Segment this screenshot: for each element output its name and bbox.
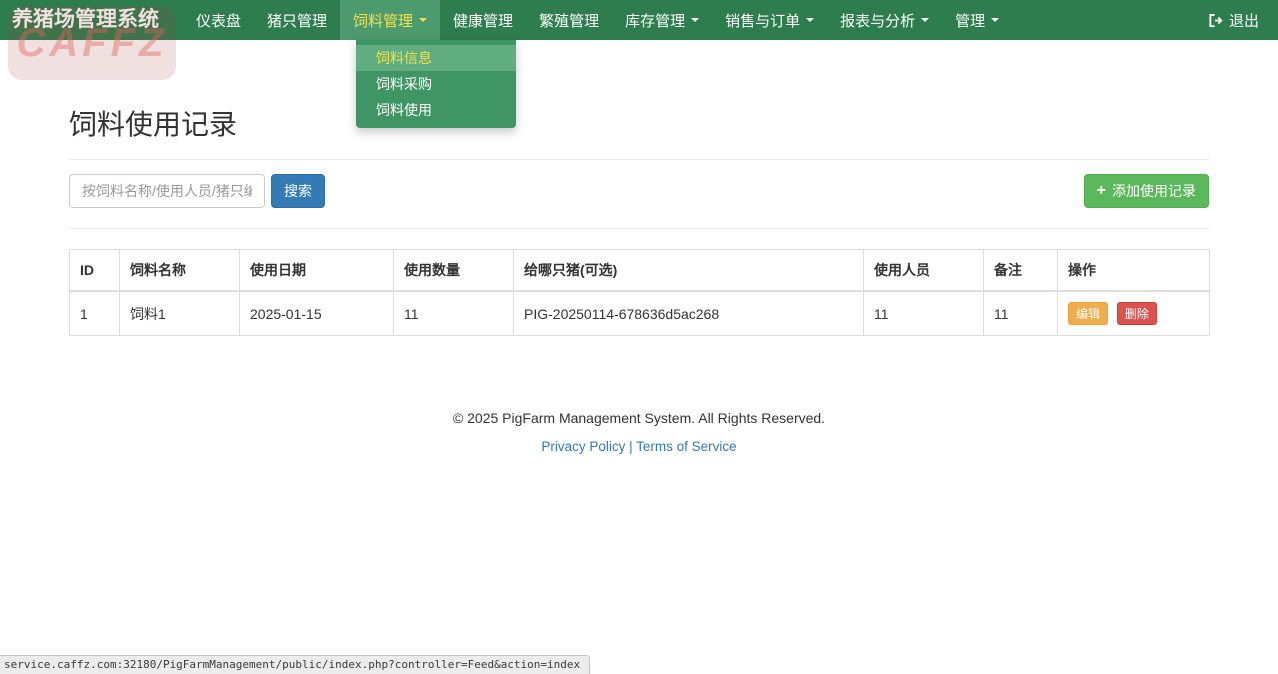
nav-item-feed-management[interactable]: 饲料管理 bbox=[340, 0, 440, 40]
nav-label: 健康管理 bbox=[453, 10, 513, 31]
column-header-quantity: 使用数量 bbox=[394, 250, 514, 292]
edit-button[interactable]: 编辑 bbox=[1068, 302, 1108, 325]
add-usage-record-label: 添加使用记录 bbox=[1112, 181, 1196, 201]
copyright-text: © 2025 PigFarm Management System. All Ri… bbox=[69, 410, 1209, 426]
column-header-use-date: 使用日期 bbox=[240, 250, 394, 292]
plus-icon: + bbox=[1097, 183, 1106, 199]
nav-item-dashboard[interactable]: 仪表盘 bbox=[183, 0, 254, 40]
search-button[interactable]: 搜索 bbox=[271, 174, 325, 208]
logout-icon bbox=[1208, 13, 1223, 28]
cell-feed-name: 饲料1 bbox=[120, 291, 240, 336]
top-navbar: 养猪场管理系统 仪表盘 猪只管理 饲料管理 健康管理 繁殖管理 库存管理 销售与… bbox=[0, 0, 1278, 40]
nav-label: 报表与分析 bbox=[840, 10, 915, 31]
link-separator: | bbox=[629, 439, 633, 454]
dropdown-item-feed-purchase[interactable]: 饲料采购 bbox=[356, 71, 516, 97]
terms-of-service-link[interactable]: Terms of Service bbox=[636, 439, 737, 454]
nav-item-reports-analytics[interactable]: 报表与分析 bbox=[827, 0, 942, 40]
logout-label: 退出 bbox=[1229, 10, 1259, 31]
title-divider bbox=[69, 159, 1209, 160]
app-brand[interactable]: 养猪场管理系统 bbox=[12, 0, 159, 40]
dropdown-item-feed-usage[interactable]: 饲料使用 bbox=[356, 97, 516, 123]
nav-label: 库存管理 bbox=[625, 10, 685, 31]
footer-links: Privacy Policy | Terms of Service bbox=[69, 439, 1209, 454]
column-header-pig: 给哪只猪(可选) bbox=[514, 250, 864, 292]
nav-item-admin[interactable]: 管理 bbox=[942, 0, 1012, 40]
cell-pig-id: PIG-20250114-678636d5ac268 bbox=[514, 291, 864, 336]
dropdown-item-feed-info[interactable]: 饲料信息 bbox=[356, 45, 516, 71]
privacy-policy-link[interactable]: Privacy Policy bbox=[541, 439, 625, 454]
nav-label: 繁殖管理 bbox=[539, 10, 599, 31]
table-row: 1 饲料1 2025-01-15 11 PIG-20250114-678636d… bbox=[70, 291, 1210, 336]
chevron-down-icon bbox=[921, 18, 929, 22]
nav-item-pig-management[interactable]: 猪只管理 bbox=[254, 0, 340, 40]
toolbar: 搜索 + 添加使用记录 bbox=[69, 174, 1209, 208]
nav-item-breeding-management[interactable]: 繁殖管理 bbox=[526, 0, 612, 40]
nav-item-inventory-management[interactable]: 库存管理 bbox=[612, 0, 712, 40]
nav-label: 猪只管理 bbox=[267, 10, 327, 31]
chevron-down-icon bbox=[991, 18, 999, 22]
column-header-note: 备注 bbox=[984, 250, 1058, 292]
nav-label: 销售与订单 bbox=[725, 10, 800, 31]
nav-item-sales-orders[interactable]: 销售与订单 bbox=[712, 0, 827, 40]
nav-label: 管理 bbox=[955, 10, 985, 31]
column-header-actions: 操作 bbox=[1058, 250, 1210, 292]
page-footer: © 2025 PigFarm Management System. All Ri… bbox=[69, 410, 1209, 454]
nav-label: 仪表盘 bbox=[196, 10, 241, 31]
column-header-user: 使用人员 bbox=[864, 250, 984, 292]
cell-id: 1 bbox=[70, 291, 120, 336]
nav-label: 饲料管理 bbox=[353, 10, 413, 31]
cell-quantity: 11 bbox=[394, 291, 514, 336]
browser-status-url: service.caffz.com:32180/PigFarmManagemen… bbox=[0, 655, 590, 674]
cell-user: 11 bbox=[864, 291, 984, 336]
main-content: 饲料使用记录 搜索 + 添加使用记录 ID 饲料名称 使用日期 使用数量 给哪只… bbox=[69, 103, 1209, 454]
cell-use-date: 2025-01-15 bbox=[240, 291, 394, 336]
chevron-down-icon bbox=[419, 18, 427, 22]
add-usage-record-button[interactable]: + 添加使用记录 bbox=[1084, 174, 1209, 208]
logout-button[interactable]: 退出 bbox=[1204, 0, 1263, 40]
column-header-feed-name: 饲料名称 bbox=[120, 250, 240, 292]
delete-button[interactable]: 删除 bbox=[1117, 302, 1157, 325]
chevron-down-icon bbox=[691, 18, 699, 22]
nav-item-health-management[interactable]: 健康管理 bbox=[440, 0, 526, 40]
feed-usage-table: ID 饲料名称 使用日期 使用数量 给哪只猪(可选) 使用人员 备注 操作 1 … bbox=[69, 249, 1210, 336]
page-title: 饲料使用记录 bbox=[69, 103, 1209, 143]
search-input[interactable] bbox=[69, 174, 265, 208]
toolbar-divider bbox=[69, 228, 1209, 229]
feed-management-dropdown: 饲料信息 饲料采购 饲料使用 bbox=[356, 40, 516, 128]
cell-actions: 编辑 删除 bbox=[1058, 291, 1210, 336]
table-header-row: ID 饲料名称 使用日期 使用数量 给哪只猪(可选) 使用人员 备注 操作 bbox=[70, 250, 1210, 292]
cell-note: 11 bbox=[984, 291, 1058, 336]
chevron-down-icon bbox=[806, 18, 814, 22]
column-header-id: ID bbox=[70, 250, 120, 292]
